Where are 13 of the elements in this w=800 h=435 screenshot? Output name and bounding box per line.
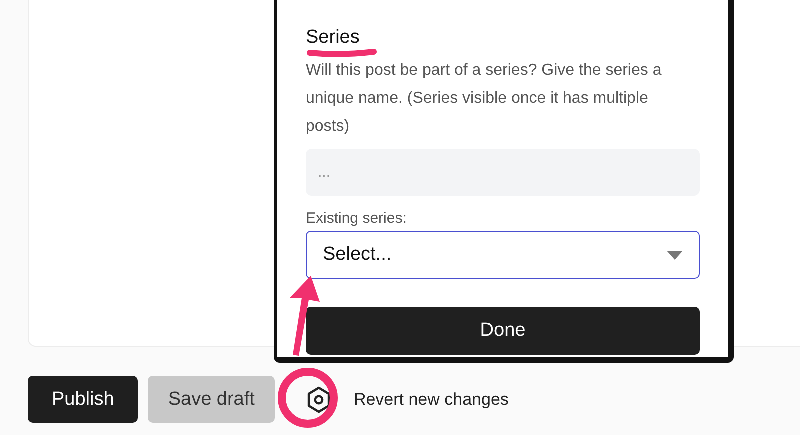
caret-icon xyxy=(667,250,683,260)
underline-annotation xyxy=(307,49,377,58)
series-description: Will this post be part of a series? Give the series a unique name. (Series visible once it has multiple posts) xyxy=(306,61,663,137)
save-draft-button[interactable]: Save draft xyxy=(148,376,275,423)
done-button[interactable]: Done xyxy=(306,307,700,355)
existing-series-select[interactable]: Select... xyxy=(306,231,700,279)
series-name-field[interactable]: ... xyxy=(306,149,700,196)
circle-annotation xyxy=(278,368,338,428)
series-heading: Series xyxy=(306,27,361,49)
existing-series-label: Existing series: xyxy=(306,210,408,227)
hexagon-settings-icon[interactable] xyxy=(306,386,332,414)
revert-link[interactable]: Revert new changes xyxy=(354,390,509,410)
publish-button[interactable]: Publish xyxy=(28,376,138,423)
